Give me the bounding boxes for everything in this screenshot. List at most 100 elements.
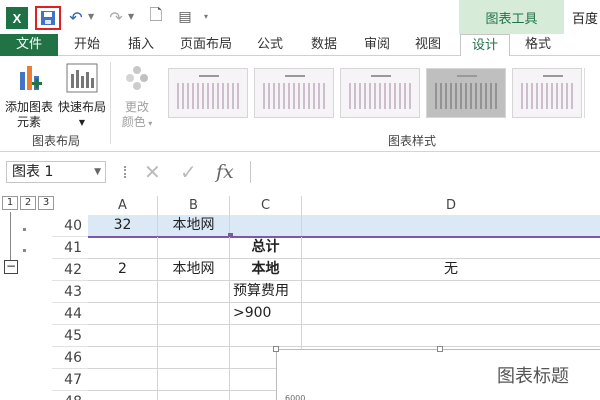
- cell[interactable]: 2: [88, 259, 158, 281]
- cell[interactable]: [158, 281, 230, 303]
- add-chart-element-label-2: 元素: [16, 115, 41, 129]
- chart-style-5[interactable]: [512, 68, 582, 118]
- tab-review[interactable]: 审阅: [357, 34, 397, 56]
- tab-design[interactable]: 设计: [460, 34, 510, 57]
- print-preview-icon: 🗋: [149, 4, 163, 24]
- cell[interactable]: >900: [230, 303, 302, 325]
- undo-dropdown-icon[interactable]: ▼: [88, 12, 94, 21]
- cancel-icon[interactable]: ✕: [144, 162, 161, 182]
- enter-icon[interactable]: ✓: [180, 162, 197, 182]
- row-header[interactable]: 41: [52, 237, 88, 259]
- tab-format[interactable]: 格式: [516, 34, 560, 56]
- name-box-value: 图表 1: [12, 164, 54, 180]
- row-header[interactable]: 45: [52, 325, 88, 347]
- chart-style-2[interactable]: [254, 68, 334, 118]
- chart-style-1[interactable]: [168, 68, 248, 118]
- cell[interactable]: [158, 347, 230, 369]
- tab-page-layout[interactable]: 页面布局: [174, 34, 238, 56]
- column-header-a[interactable]: A: [88, 196, 158, 215]
- cell[interactable]: [158, 303, 230, 325]
- cell[interactable]: 本地: [230, 259, 302, 281]
- cell[interactable]: [230, 325, 302, 347]
- insert-function-icon[interactable]: fx: [216, 162, 234, 182]
- save-button[interactable]: [35, 6, 61, 30]
- chart-tools-label: 图表工具: [459, 0, 564, 34]
- chart-resize-handle[interactable]: [437, 346, 443, 352]
- chart-resize-handle[interactable]: [273, 346, 279, 352]
- cell[interactable]: [302, 281, 600, 303]
- undo-button[interactable]: ↶: [66, 7, 86, 27]
- cell[interactable]: [158, 391, 230, 400]
- chart-style-4[interactable]: [426, 68, 506, 118]
- quick-layout-button[interactable]: 快速布局 ▼: [56, 62, 108, 130]
- excel-app-icon: X: [6, 7, 28, 29]
- add-chart-element-label-1: 添加图表: [4, 100, 53, 114]
- redo-button[interactable]: ↷: [106, 7, 126, 27]
- cell[interactable]: 32: [88, 215, 158, 237]
- row-header[interactable]: 46: [52, 347, 88, 369]
- redo-dropdown-icon[interactable]: ▼: [128, 12, 134, 21]
- customize-qat-icon[interactable]: ▾: [204, 12, 208, 21]
- name-box-dropdown-icon[interactable]: ▼: [94, 162, 101, 182]
- group-separator: [110, 62, 111, 144]
- cell[interactable]: [302, 303, 600, 325]
- print-preview-button[interactable]: 🗋: [146, 5, 166, 27]
- cell[interactable]: 本地网: [158, 259, 230, 281]
- tab-formulas[interactable]: 公式: [250, 34, 290, 56]
- outline-level-2-button[interactable]: 2: [20, 196, 36, 210]
- cell[interactable]: 总计: [230, 237, 302, 259]
- tab-file[interactable]: 文件: [0, 34, 58, 56]
- change-colors-icon: [126, 66, 148, 90]
- outline-dot: [23, 228, 26, 231]
- cell[interactable]: [88, 281, 158, 303]
- cell[interactable]: [302, 237, 600, 259]
- account-name[interactable]: 百度: [572, 8, 598, 27]
- chart-object[interactable]: 图表标题 6000: [273, 346, 600, 400]
- column-header-b[interactable]: B: [158, 196, 230, 215]
- tab-data[interactable]: 数据: [304, 34, 344, 56]
- tab-insert[interactable]: 插入: [118, 34, 164, 56]
- cell[interactable]: [88, 237, 158, 259]
- row-header[interactable]: 42: [52, 259, 88, 281]
- row-header[interactable]: 47: [52, 369, 88, 391]
- column-header-c[interactable]: C: [230, 196, 302, 215]
- outline-collapse-button[interactable]: −: [4, 260, 18, 274]
- chart-title[interactable]: 图表标题: [497, 362, 569, 388]
- cell[interactable]: [88, 391, 158, 400]
- form-button[interactable]: ▤: [174, 7, 196, 27]
- cell[interactable]: [158, 369, 230, 391]
- formula-bar-grip[interactable]: [124, 166, 126, 178]
- outline-level-3-button[interactable]: 3: [38, 196, 54, 210]
- tab-home[interactable]: 开始: [64, 34, 110, 56]
- chart-style-3[interactable]: [340, 68, 420, 118]
- cell[interactable]: 预算费用: [230, 281, 302, 303]
- cell[interactable]: [88, 303, 158, 325]
- cell[interactable]: [88, 325, 158, 347]
- outline-dot: [23, 249, 26, 252]
- formula-bar: 图表 1 ▼ ✕ ✓ fx: [0, 152, 600, 192]
- row-header[interactable]: 43: [52, 281, 88, 303]
- cell[interactable]: [230, 215, 302, 237]
- cell[interactable]: 本地网: [158, 215, 230, 237]
- tab-view[interactable]: 视图: [408, 34, 448, 56]
- change-colors-button[interactable]: 更改 颜色 ▾: [114, 62, 160, 131]
- formula-input[interactable]: [250, 161, 600, 183]
- cell[interactable]: [88, 347, 158, 369]
- chart-layouts-group-label: 图表布局: [32, 134, 81, 148]
- cell[interactable]: [158, 325, 230, 347]
- style-gallery-scrollbar[interactable]: [584, 68, 598, 118]
- quick-layout-label: 快速布局: [57, 100, 106, 114]
- name-box[interactable]: 图表 1 ▼: [6, 161, 106, 183]
- row-header[interactable]: 40: [52, 215, 88, 237]
- add-chart-element-button[interactable]: 添加图表 元素: [2, 62, 56, 130]
- cell[interactable]: [302, 325, 600, 347]
- column-header-d[interactable]: D: [302, 196, 600, 215]
- cell[interactable]: [158, 237, 230, 259]
- row-header[interactable]: 48: [52, 391, 88, 400]
- cell[interactable]: [88, 369, 158, 391]
- outline-level-1-button[interactable]: 1: [2, 196, 18, 210]
- row-header[interactable]: 44: [52, 303, 88, 325]
- cell[interactable]: [302, 215, 600, 237]
- cell[interactable]: 无: [302, 259, 600, 281]
- chart-styles-group-label: 图表样式: [388, 134, 437, 148]
